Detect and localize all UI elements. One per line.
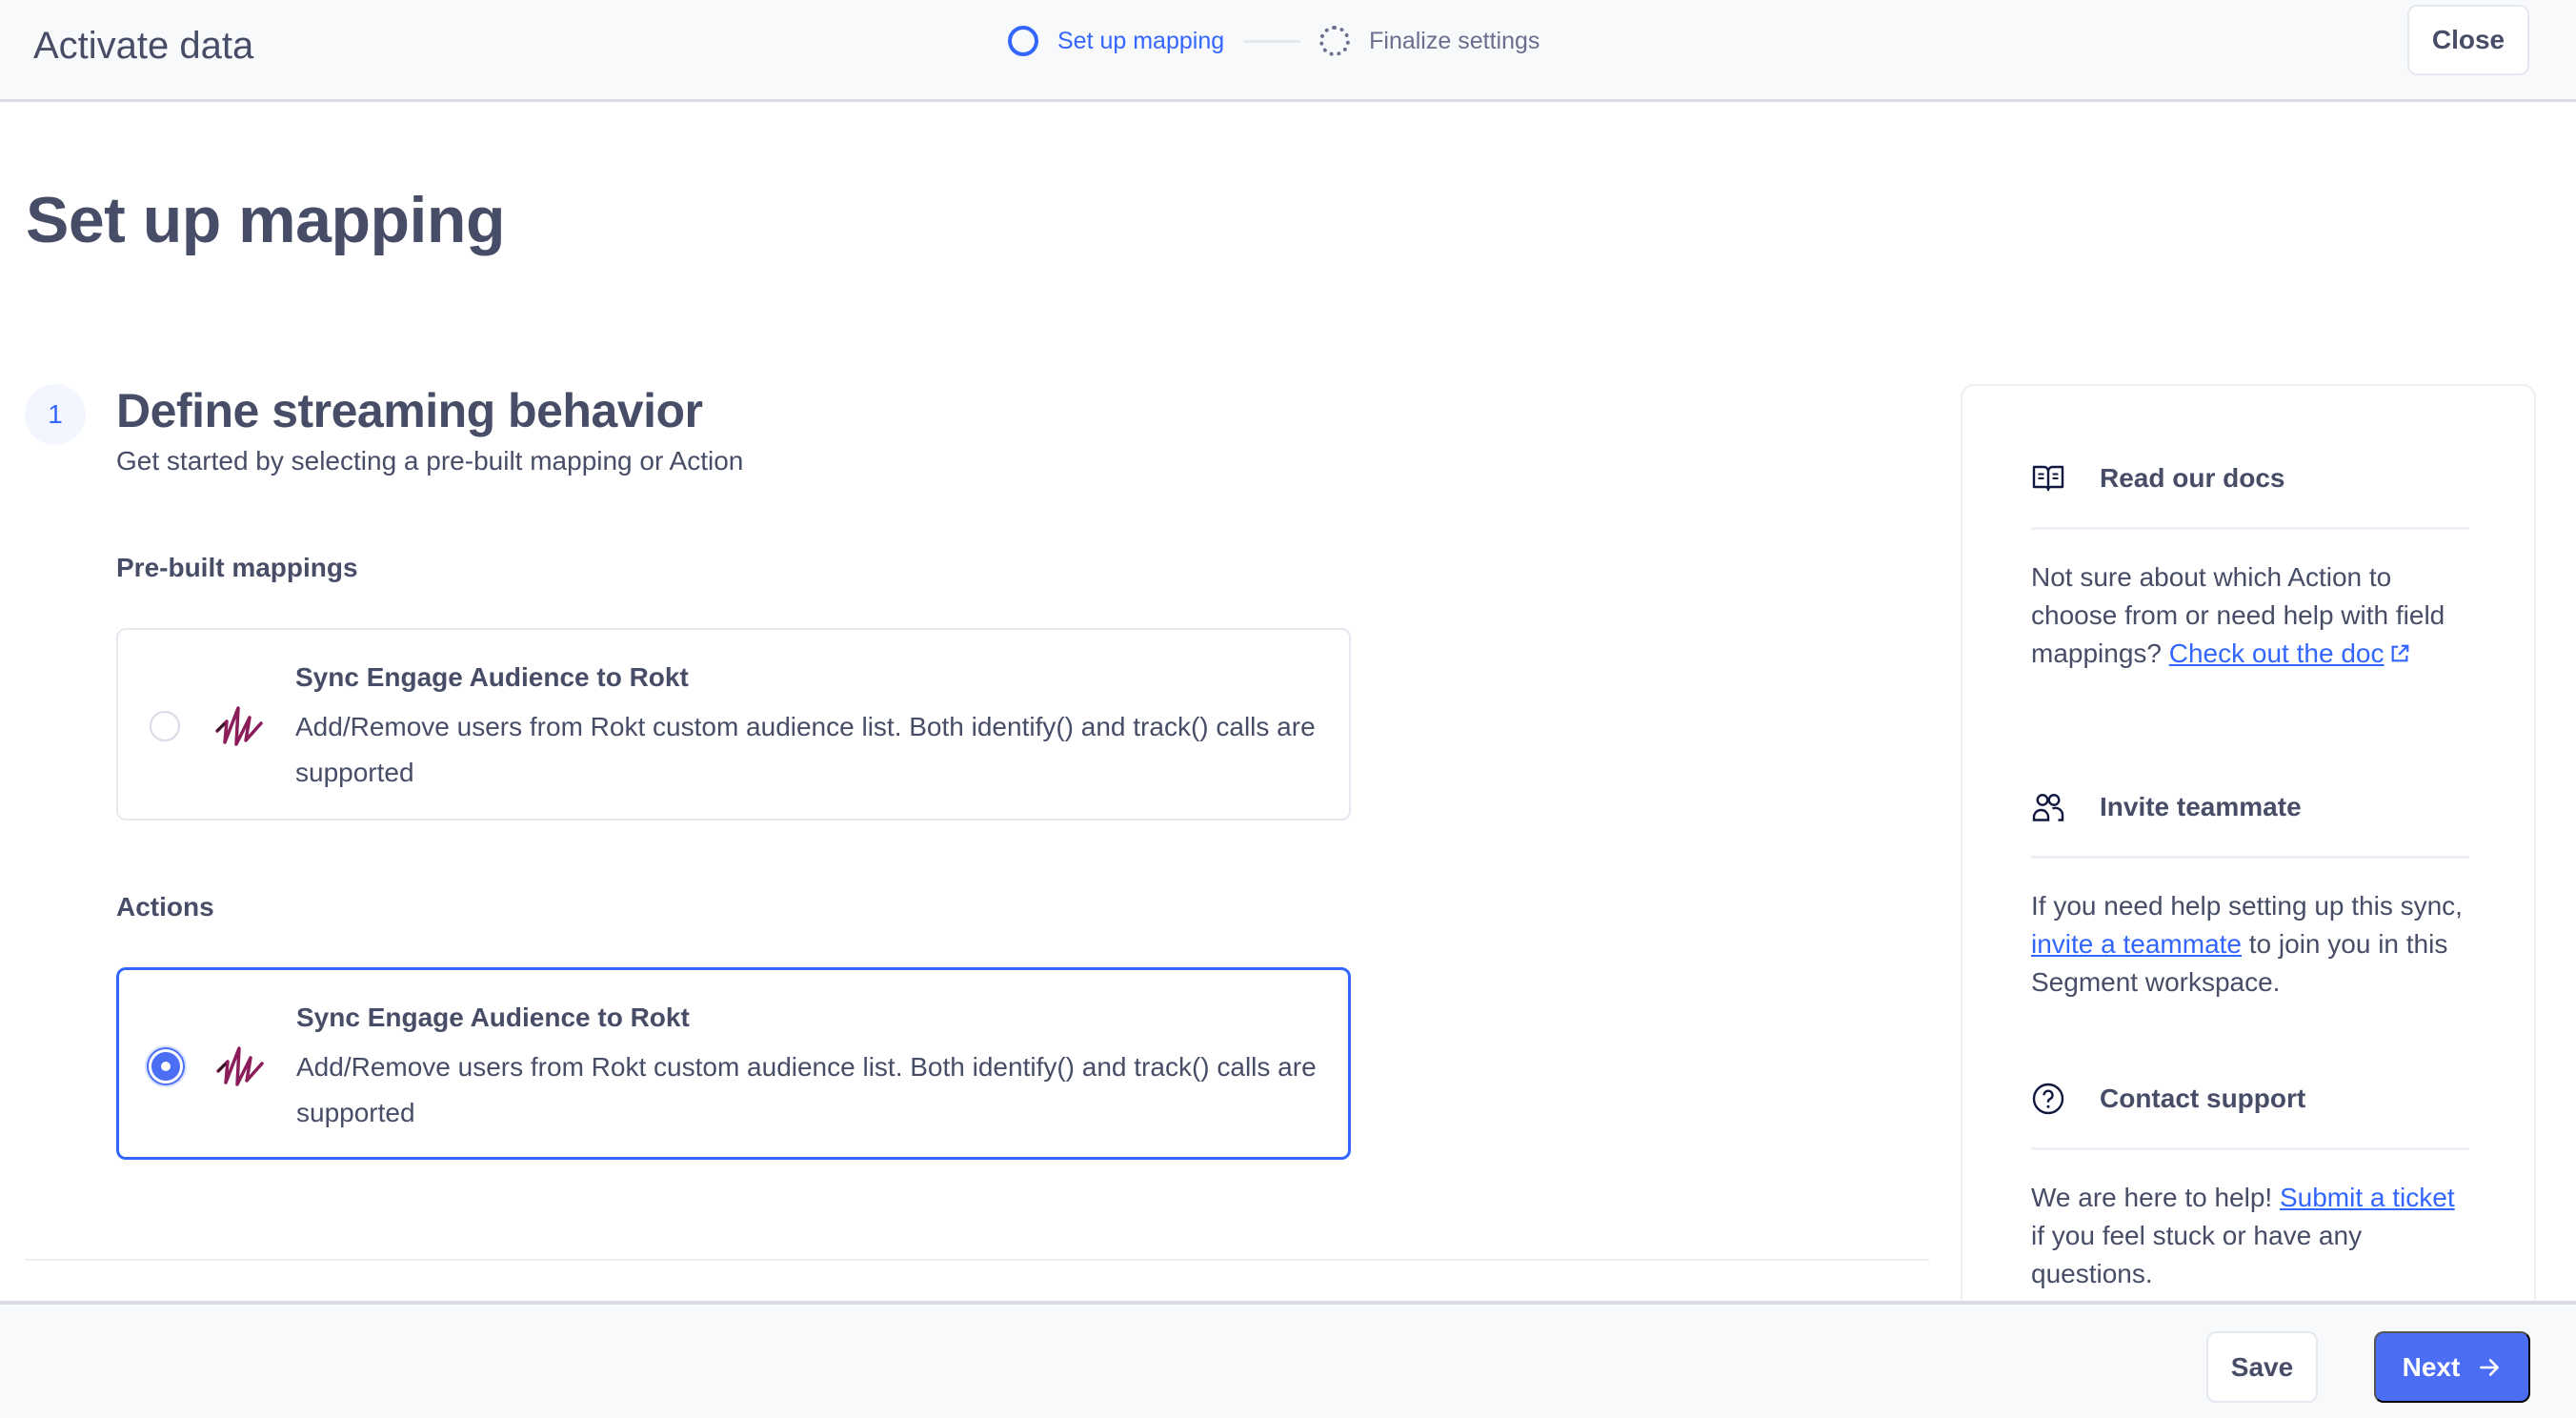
help-docs-title: Read our docs: [2100, 463, 2285, 493]
page-title: Set up mapping: [26, 184, 506, 256]
help-docs: Read our docs Not sure about which Actio…: [2031, 455, 2469, 673]
invite-teammate-link[interactable]: invite a teammate: [2031, 929, 2242, 959]
prebuilt-mapping-radio[interactable]: [150, 711, 180, 741]
step-finalize-settings[interactable]: Finalize settings: [1369, 28, 1540, 55]
actions-label: Actions: [116, 892, 214, 922]
close-button[interactable]: Close: [2407, 5, 2529, 75]
step-pending-circle-icon: [1319, 26, 1351, 56]
help-divider: [2031, 856, 2469, 859]
step-set-up-mapping[interactable]: Set up mapping: [1057, 28, 1224, 55]
help-support: Contact support We are here to help! Sub…: [2031, 1075, 2469, 1293]
help-invite-text: If you need help setting up this sync, i…: [2031, 891, 2463, 997]
help-panel: Read our docs Not sure about which Actio…: [1961, 384, 2536, 1337]
step-connector: [1243, 39, 1301, 43]
users-icon: [2032, 794, 2064, 821]
top-header: Activate data Set up mapping Finalize se…: [0, 0, 2576, 102]
prebuilt-mappings-label: Pre-built mappings: [116, 553, 358, 582]
help-divider: [2031, 527, 2469, 530]
progress-stepper: Set up mapping Finalize settings: [1008, 19, 1540, 63]
rokt-logo-icon: [216, 1046, 264, 1086]
rokt-logo-icon: [215, 706, 263, 746]
section-heading: Define streaming behavior: [116, 384, 703, 437]
next-button-label: Next: [2402, 1351, 2461, 1382]
save-button[interactable]: Save: [2206, 1331, 2318, 1403]
option-description: Add/Remove users from Rokt custom audien…: [295, 712, 1316, 787]
next-button[interactable]: Next: [2374, 1331, 2530, 1403]
step-active-circle-icon: [1008, 26, 1038, 56]
submit-ticket-link[interactable]: Submit a ticket: [2280, 1183, 2455, 1212]
section-divider: [25, 1259, 1929, 1261]
section-subtitle: Get started by selecting a pre-built map…: [116, 446, 744, 476]
prebuilt-mapping-option[interactable]: Sync Engage Audience to Rokt Add/Remove …: [116, 628, 1351, 820]
step-number-badge: 1: [25, 384, 86, 445]
help-support-title: Contact support: [2100, 1084, 2306, 1113]
help-support-text: We are here to help! Submit a ticket if …: [2031, 1183, 2455, 1288]
check-out-doc-link[interactable]: Check out the doc: [2169, 638, 2411, 668]
book-icon: [2032, 465, 2064, 492]
option-description: Add/Remove users from Rokt custom audien…: [296, 1052, 1317, 1127]
arrow-right-icon: [2480, 1358, 2500, 1376]
action-radio-selected[interactable]: [145, 1045, 187, 1087]
action-option[interactable]: Sync Engage Audience to Rokt Add/Remove …: [116, 967, 1351, 1160]
help-circle-icon: [2032, 1083, 2064, 1115]
help-docs-text: Not sure about which Action to choose fr…: [2031, 562, 2445, 668]
option-title: Sync Engage Audience to Rokt: [295, 662, 689, 692]
external-link-icon: [2392, 644, 2409, 662]
app-title: Activate data: [33, 25, 254, 67]
option-title: Sync Engage Audience to Rokt: [296, 1003, 690, 1032]
help-divider: [2031, 1147, 2469, 1150]
help-invite-title: Invite teammate: [2100, 792, 2302, 821]
help-invite: Invite teammate If you need help setting…: [2031, 783, 2469, 1002]
footer-bar: Save Next: [0, 1301, 2576, 1418]
